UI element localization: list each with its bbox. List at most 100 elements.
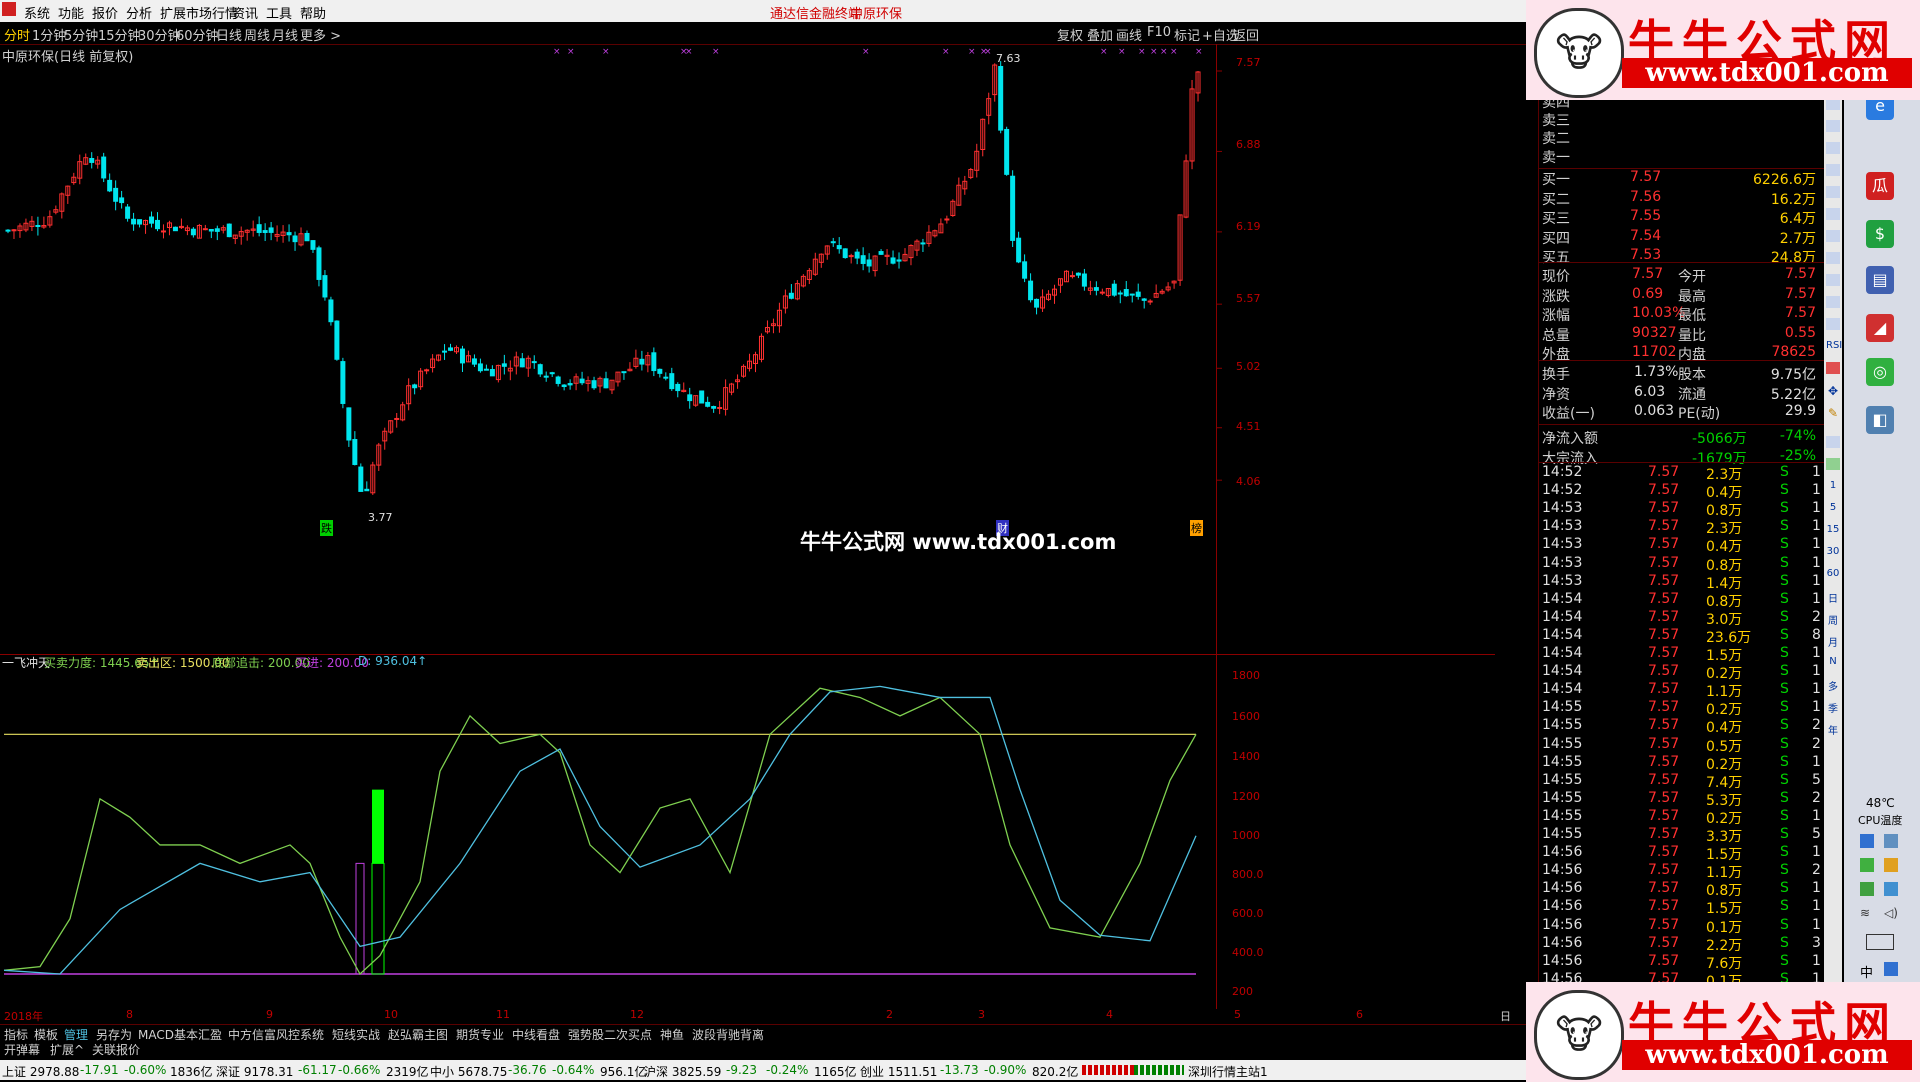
network-icon[interactable] xyxy=(1884,834,1898,848)
notification-icon[interactable] xyxy=(1884,962,1898,976)
menu-news[interactable]: 资讯 xyxy=(232,3,258,22)
tab-danmaku[interactable]: 开弹幕 xyxy=(4,1041,40,1058)
candle-body xyxy=(699,390,705,404)
candle-body xyxy=(292,235,298,243)
index-sme[interactable]: 中小 5678.75 xyxy=(430,1063,507,1080)
quote-row: 净流入额 -5066万 -74% xyxy=(1542,428,1820,447)
menu-help[interactable]: 帮助 xyxy=(300,3,326,22)
btn-overlay[interactable]: 叠加 xyxy=(1087,25,1113,44)
menu-analysis[interactable]: 分析 xyxy=(126,3,152,22)
volume-icon[interactable]: ◁) xyxy=(1884,906,1898,920)
ime-indicator[interactable]: 中 xyxy=(1860,962,1873,981)
candle-body xyxy=(310,240,316,250)
wifi-icon[interactable]: ≋ xyxy=(1860,906,1874,920)
trade-volume: 3.0万 xyxy=(1706,611,1743,628)
index-sh[interactable]: 上证 2978.88 xyxy=(2,1063,79,1080)
period-30min[interactable]: 30分钟 xyxy=(138,25,181,44)
btn-back[interactable]: 返回 xyxy=(1233,25,1259,44)
period-1min[interactable]: 1分钟 xyxy=(32,25,66,44)
btn-mark[interactable]: 标记 xyxy=(1174,25,1200,44)
period-week[interactable]: 周线 xyxy=(244,25,270,44)
tool-rsi[interactable]: RSI xyxy=(1826,340,1842,351)
money-icon[interactable] xyxy=(1826,458,1840,470)
indicator-chart[interactable] xyxy=(0,654,1495,1009)
menu-system[interactable]: 系统 xyxy=(24,3,50,22)
display-icon[interactable] xyxy=(1884,882,1898,896)
tool-60min[interactable]: 60 xyxy=(1826,568,1840,579)
event-marker-die[interactable]: 跌 xyxy=(320,520,333,536)
f10-icon[interactable] xyxy=(1826,208,1840,220)
period-15min[interactable]: 15分钟 xyxy=(98,25,141,44)
update-icon[interactable] xyxy=(1860,858,1874,872)
tool-15min[interactable]: 15 xyxy=(1826,524,1840,535)
app-doc-icon[interactable]: ▤ xyxy=(1866,266,1894,294)
tool-n[interactable]: N xyxy=(1826,656,1840,667)
calendar-icon[interactable] xyxy=(1826,252,1840,264)
buy-level-volume: 2.7万 xyxy=(1779,230,1816,247)
server-status[interactable]: 深圳行情主站1 xyxy=(1188,1063,1268,1080)
chart-icon[interactable] xyxy=(1826,142,1840,154)
tool-day[interactable]: 日 xyxy=(1826,590,1840,605)
gpu-icon[interactable] xyxy=(1860,882,1874,896)
tab-expand[interactable]: 扩展^ xyxy=(50,1041,84,1058)
sync-icon[interactable] xyxy=(1884,858,1898,872)
list-icon[interactable] xyxy=(1826,186,1840,198)
app-tdx-icon[interactable]: ◢ xyxy=(1866,314,1894,342)
tool-1min[interactable]: 1 xyxy=(1826,480,1840,491)
app-money-icon[interactable]: $ xyxy=(1866,220,1894,248)
app-melon-icon[interactable]: 瓜 xyxy=(1866,172,1894,200)
period-5min[interactable]: 5分钟 xyxy=(64,25,98,44)
menu-function[interactable]: 功能 xyxy=(58,3,84,22)
candle-body xyxy=(286,232,292,236)
buy-level-volume: 16.2万 xyxy=(1770,191,1816,208)
stat-label: 流通 xyxy=(1678,386,1706,403)
event-marker-list[interactable]: 榜 xyxy=(1190,520,1203,536)
quote-row: 14:54 7.57 1.1万 S 1 xyxy=(1542,681,1821,700)
market-breadth-bar xyxy=(1082,1065,1142,1075)
trade-count: 1 xyxy=(1812,844,1821,861)
note-icon[interactable] xyxy=(1826,230,1840,242)
tool-5min[interactable]: 5 xyxy=(1826,502,1840,513)
search-icon[interactable] xyxy=(1826,296,1840,308)
table-icon[interactable] xyxy=(1826,120,1840,132)
security-icon[interactable] xyxy=(1860,834,1874,848)
menu-quote[interactable]: 报价 xyxy=(92,3,118,22)
quote-row: 14:56 7.57 2.2万 S 3 xyxy=(1542,935,1821,954)
alarm-icon[interactable] xyxy=(1826,274,1840,286)
shield-icon[interactable] xyxy=(1826,362,1840,374)
keyboard-icon[interactable] xyxy=(1866,934,1894,950)
index-gem[interactable]: 创业 1511.51 xyxy=(860,1063,937,1080)
tool-30min[interactable]: 30 xyxy=(1826,546,1840,557)
btn-fuquan[interactable]: 复权 xyxy=(1057,25,1083,44)
btn-draw[interactable]: 画线 xyxy=(1116,25,1142,44)
trade-volume: 7.4万 xyxy=(1706,774,1743,791)
history-icon[interactable] xyxy=(1826,318,1840,330)
kline-chart[interactable]: × × × ×× × × × × ×× × × × × × × × xyxy=(0,44,1495,654)
period-more[interactable]: 更多 > xyxy=(300,25,341,44)
menu-ext-market[interactable]: 扩展市场行情 xyxy=(160,3,238,22)
candle-body xyxy=(256,224,262,233)
tool-week[interactable]: 周 xyxy=(1826,612,1840,627)
app-blue-icon[interactable]: ◧ xyxy=(1866,406,1894,434)
app-green-icon[interactable]: ◎ xyxy=(1866,358,1894,386)
period-day[interactable]: 日线 xyxy=(216,25,242,44)
tool-year[interactable]: 年 xyxy=(1826,722,1840,737)
pencil-icon[interactable]: ✎ xyxy=(1826,406,1840,420)
ad-url: www.tdx001.com xyxy=(1622,1040,1912,1070)
menu-tools[interactable]: 工具 xyxy=(266,3,292,22)
move-icon[interactable]: ✥ xyxy=(1826,384,1840,398)
trade-price: 7.57 xyxy=(1648,464,1680,480)
period-month[interactable]: 月线 xyxy=(272,25,298,44)
period-60min[interactable]: 60分钟 xyxy=(176,25,219,44)
tool-month[interactable]: 月 xyxy=(1826,634,1840,649)
tab-linked-quote[interactable]: 关联报价 xyxy=(92,1041,140,1058)
doc-icon[interactable] xyxy=(1826,436,1840,448)
candle-body xyxy=(190,228,196,236)
tool-season[interactable]: 季 xyxy=(1826,700,1840,715)
index-hs300[interactable]: 沪深 3825.59 xyxy=(644,1063,721,1080)
index-sz[interactable]: 深证 9178.31 xyxy=(216,1063,293,1080)
tool-multi[interactable]: 多 xyxy=(1826,678,1840,693)
period-timeshare[interactable]: 分时 xyxy=(4,25,30,44)
btn-f10[interactable]: F10 xyxy=(1147,25,1171,40)
kline-icon[interactable] xyxy=(1826,164,1840,176)
